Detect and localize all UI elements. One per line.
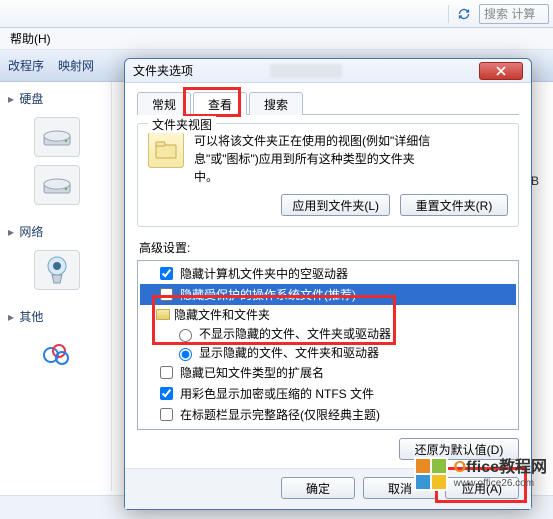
nav-network-label: 网络 <box>19 225 43 239</box>
drive-icon-2 <box>34 165 80 205</box>
dialog-body: 常规 查看 搜索 文件夹视图 可以将该文件夹正在使用的视图(例如"详细信 息"或… <box>125 83 531 468</box>
caret-icon: ▸ <box>6 225 16 239</box>
checkbox[interactable] <box>160 366 173 379</box>
tab-view[interactable]: 查看 <box>193 92 247 115</box>
drive-icon <box>34 117 80 157</box>
folder-icon <box>156 309 170 320</box>
apply-to-folders-button[interactable]: 应用到文件夹(L) <box>281 194 390 216</box>
nav-network[interactable]: ▸ 网络 <box>0 221 111 246</box>
cmd-edit-label: 改程序 <box>8 57 44 74</box>
advanced-label: 高级设置: <box>139 239 519 256</box>
search-placeholder: 搜索 计算 <box>484 5 535 22</box>
folder-view-desc: 可以将该文件夹正在使用的视图(例如"详细信 息"或"图标")应用到所有这种类型的… <box>194 132 508 186</box>
nav-section-network: ▸ 网络 <box>0 221 111 290</box>
adv-item-hidden-empty-drives[interactable]: 隐藏计算机文件夹中的空驱动器 <box>140 263 516 284</box>
search-input[interactable]: 搜索 计算 <box>479 4 549 24</box>
refresh-icon <box>458 8 470 20</box>
nav-disk[interactable]: ▸ 硬盘 <box>0 88 111 113</box>
adv-item-dont-show-hidden[interactable]: 不显示隐藏的文件、文件夹或驱动器 <box>140 324 516 343</box>
checkbox[interactable] <box>160 288 173 301</box>
menu-bar: 帮助(H) <box>0 28 553 50</box>
tab-search[interactable]: 搜索 <box>249 92 303 115</box>
adv-label-2: 隐藏文件和文件夹 <box>174 306 270 323</box>
adv-label-5: 隐藏已知文件类型的扩展名 <box>180 364 324 381</box>
nav-section-disk: ▸ 硬盘 <box>0 88 111 205</box>
nav-other[interactable]: ▸ 其他 <box>0 306 111 331</box>
cmd-map-label: 映射网 <box>58 57 94 74</box>
checkbox[interactable] <box>160 408 173 421</box>
adv-item-hide-ext[interactable]: 隐藏已知文件类型的扩展名 <box>140 362 516 383</box>
reset-folders-button[interactable]: 重置文件夹(R) <box>400 194 508 216</box>
address-toolbar: 搜索 计算 <box>0 0 553 28</box>
folder-view-group: 文件夹视图 可以将该文件夹正在使用的视图(例如"详细信 息"或"图标")应用到所… <box>137 123 519 227</box>
dialog-title: 文件夹选项 <box>133 62 270 79</box>
radio[interactable] <box>179 348 192 361</box>
adv-label-7: 在标题栏显示完整路径(仅限经典主题) <box>180 406 380 423</box>
desc-l2: 息"或"图标")应用到所有这种类型的文件夹 <box>194 152 415 166</box>
desc-l3: 中。 <box>194 170 218 184</box>
adv-label-3: 不显示隐藏的文件、文件夹或驱动器 <box>199 325 391 342</box>
watermark-c1: O <box>454 459 466 476</box>
nav-disk-label: 硬盘 <box>19 92 43 106</box>
adv-label-8: 在单独的进程中打开文件夹窗口 <box>180 427 348 430</box>
ok-button[interactable]: 确定 <box>281 477 355 499</box>
tab-bar: 常规 查看 搜索 <box>137 91 519 115</box>
title-blur <box>270 64 342 78</box>
watermark: Office教程网 www.office26.com <box>414 457 547 491</box>
caret-icon: ▸ <box>6 310 16 324</box>
watermark-url: www.office26.com <box>454 478 547 490</box>
nav-section-other: ▸ 其他 <box>0 306 111 375</box>
watermark-logo-icon <box>414 457 448 491</box>
checkbox[interactable] <box>160 267 173 280</box>
adv-label-4: 显示隐藏的文件、文件夹和驱动器 <box>199 344 379 361</box>
watermark-c2: ffice教程网 <box>466 459 547 476</box>
caret-icon: ▸ <box>6 92 16 106</box>
folder-view-label: 文件夹视图 <box>148 116 216 133</box>
menu-help[interactable]: 帮助(H) <box>0 28 61 49</box>
refresh-button[interactable] <box>453 4 475 24</box>
checkbox[interactable] <box>160 429 173 430</box>
close-icon <box>496 66 506 76</box>
cloud-icon <box>34 335 80 375</box>
toolbar-divider <box>448 5 449 23</box>
adv-item-hidden-folder-group[interactable]: 隐藏文件和文件夹 <box>140 305 516 324</box>
folder-options-dialog: 文件夹选项 常规 查看 搜索 文件夹视图 可以将该文件夹正在使用的视图(例如"详… <box>124 58 532 510</box>
adv-label-6: 用彩色显示加密或压缩的 NTFS 文件 <box>180 385 374 402</box>
checkbox[interactable] <box>160 387 173 400</box>
advanced-settings-tree[interactable]: 隐藏计算机文件夹中的空驱动器 隐藏受保护的操作系统文件(推荐) 隐藏文件和文件夹… <box>137 260 519 430</box>
folder-preview-icon <box>148 132 184 168</box>
radio[interactable] <box>179 329 192 342</box>
cmd-map-drive[interactable]: 映射网 <box>58 57 94 74</box>
adv-item-full-path-title[interactable]: 在标题栏显示完整路径(仅限经典主题) <box>140 404 516 425</box>
tab-general[interactable]: 常规 <box>137 92 191 115</box>
adv-label-1: 隐藏受保护的操作系统文件(推荐) <box>180 286 356 303</box>
nav-tree: ▸ 硬盘 ▸ 网络 ▸ 其他 <box>0 82 112 491</box>
adv-label-0: 隐藏计算机文件夹中的空驱动器 <box>180 265 348 282</box>
cmd-edit-programs[interactable]: 改程序 <box>8 57 44 74</box>
adv-item-separate-process[interactable]: 在单独的进程中打开文件夹窗口 <box>140 425 516 430</box>
adv-item-ntfs-color[interactable]: 用彩色显示加密或压缩的 NTFS 文件 <box>140 383 516 404</box>
dialog-titlebar: 文件夹选项 <box>125 59 531 83</box>
nav-other-label: 其他 <box>19 310 43 324</box>
webcam-icon <box>34 250 80 290</box>
adv-item-hide-protected-os[interactable]: 隐藏受保护的操作系统文件(推荐) <box>140 284 516 305</box>
desc-l1: 可以将该文件夹正在使用的视图(例如"详细信 <box>194 134 430 148</box>
adv-item-show-hidden[interactable]: 显示隐藏的文件、文件夹和驱动器 <box>140 343 516 362</box>
watermark-title: Office教程网 <box>454 458 547 477</box>
close-button[interactable] <box>479 62 523 80</box>
